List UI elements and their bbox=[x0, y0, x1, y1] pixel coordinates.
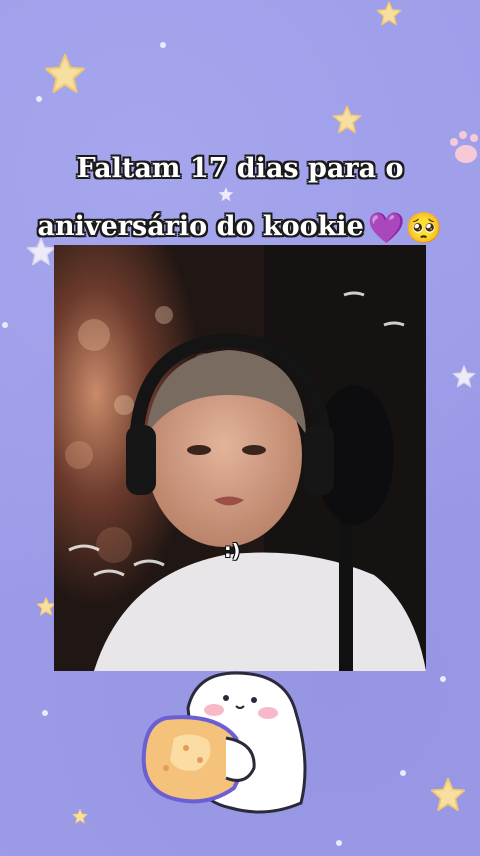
star-icon bbox=[36, 597, 56, 616]
cookie-sticker bbox=[141, 671, 307, 814]
photo-illustration bbox=[54, 245, 426, 671]
sparkle-dot bbox=[160, 42, 166, 48]
star-icon bbox=[452, 365, 476, 388]
sparkle-dot bbox=[400, 770, 406, 776]
photo-overlay-text: :) bbox=[224, 540, 241, 562]
heart-pleading-emoji: 💜🥺 bbox=[367, 211, 443, 246]
caption-line-1: Faltam 17 dias para o bbox=[76, 153, 404, 184]
caption-line-2-text: aniversário do kookie bbox=[37, 211, 364, 242]
sparkle-dot bbox=[440, 676, 446, 682]
star-icon bbox=[376, 1, 402, 26]
sparkle-dot bbox=[36, 96, 42, 102]
sparkle-dot bbox=[2, 322, 8, 328]
sparkle-dot bbox=[42, 710, 48, 716]
caption: Faltam 17 dias para o aniversário do koo… bbox=[20, 140, 460, 258]
star-icon bbox=[45, 54, 85, 93]
sparkle-dot bbox=[336, 840, 342, 846]
photo bbox=[54, 245, 426, 671]
star-icon bbox=[72, 808, 88, 824]
star-icon bbox=[430, 777, 466, 812]
star-icon bbox=[332, 105, 362, 134]
